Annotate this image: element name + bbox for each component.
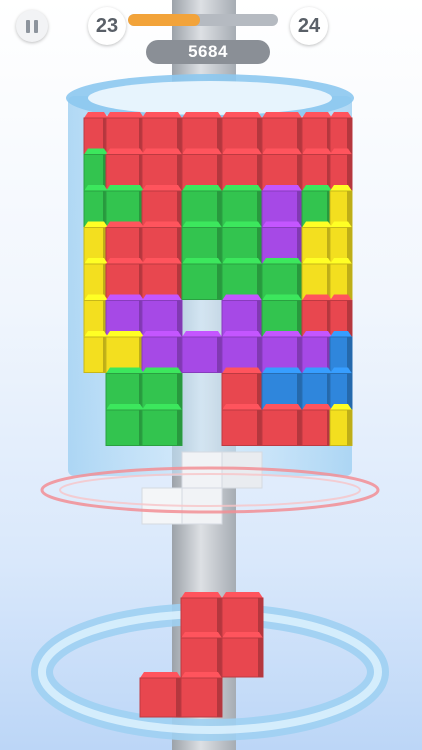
current-level-badge: 23 — [88, 7, 126, 45]
tower-block-red — [181, 148, 223, 191]
tower-block-red — [105, 148, 145, 191]
tower-block-yellow — [329, 185, 353, 227]
tower-block-purple — [261, 221, 303, 264]
tower-block-green — [105, 185, 145, 227]
tower-block-red — [301, 294, 333, 337]
tower-block-purple — [141, 294, 183, 337]
tower-block-purple — [181, 331, 223, 373]
tower-block-yellow — [329, 404, 353, 446]
tower-block-green — [83, 185, 109, 227]
tower-block-red — [329, 148, 353, 191]
falling-block — [139, 672, 182, 718]
next-level-badge: 24 — [290, 7, 328, 45]
level-progress-bar — [128, 14, 278, 26]
tower-block-blue — [261, 367, 303, 410]
tower-block-red — [83, 112, 109, 154]
tower-block-purple — [221, 294, 263, 337]
tower-block-yellow — [329, 258, 353, 300]
tower-block-green — [105, 404, 145, 446]
tower-block-purple — [141, 331, 183, 373]
tower-block-green — [261, 258, 303, 300]
tower-block-purple — [221, 331, 263, 373]
tower-block-red — [261, 404, 303, 446]
tower-block-yellow — [83, 221, 109, 264]
tower-block-red — [221, 404, 263, 446]
tower-block-green — [301, 185, 333, 227]
tower-block-blue — [329, 331, 353, 373]
tower-block-yellow — [301, 258, 333, 300]
tower-block-green — [221, 221, 263, 264]
tower-block-red — [105, 258, 145, 300]
tower-block-red — [261, 112, 303, 154]
tower-block-yellow — [105, 331, 145, 373]
tower-block-purple — [261, 331, 303, 373]
tower-block-red — [301, 404, 333, 446]
tower-block-yellow — [83, 294, 109, 337]
tower-block-red — [221, 112, 263, 154]
tower-block-purple — [105, 294, 145, 337]
tower-block-red — [221, 367, 263, 410]
tower-block-green — [83, 148, 109, 191]
pause-button[interactable] — [16, 10, 48, 42]
tower-block-red — [141, 221, 183, 264]
tower-block-red — [105, 112, 145, 154]
tower-block-green — [181, 185, 223, 227]
tower-block-yellow — [329, 221, 353, 264]
tower-block-red — [141, 258, 183, 300]
falling-block — [180, 672, 223, 718]
tower-block-blue — [329, 367, 353, 410]
tower-block-yellow — [301, 221, 333, 264]
tower-block-green — [141, 404, 183, 446]
tower-block-green — [105, 367, 145, 410]
falling-block — [180, 592, 223, 638]
tower-block-purple — [261, 185, 303, 227]
tower-block-blue — [301, 367, 333, 410]
falling-block — [221, 632, 264, 678]
score-display: 5684 — [146, 40, 270, 64]
tower-block-green — [221, 258, 263, 300]
tower-block-green — [141, 367, 183, 410]
level-progress-fill — [128, 14, 200, 26]
tower-block-red — [141, 148, 183, 191]
tower-block-purple — [301, 331, 333, 373]
tower-block-green — [181, 258, 223, 300]
tower-block-green — [221, 185, 263, 227]
tower-block-yellow — [83, 258, 109, 300]
tower-block-red — [141, 185, 183, 227]
tower-block-red — [329, 112, 353, 154]
tower-block-red — [181, 112, 223, 154]
tower-block-yellow — [83, 331, 109, 373]
pause-icon — [26, 19, 30, 33]
falling-block — [180, 632, 223, 678]
tower-block-green — [181, 221, 223, 264]
tower-block-red — [261, 148, 303, 191]
tower-block-red — [301, 112, 333, 154]
tower-block-red — [329, 294, 353, 337]
game-scene[interactable] — [0, 0, 422, 750]
tower-block-red — [141, 112, 183, 154]
tower-block-red — [301, 148, 333, 191]
tower-block-green — [261, 294, 303, 337]
tower-block-red — [105, 221, 145, 264]
falling-block — [221, 592, 264, 638]
tower-block-red — [221, 148, 263, 191]
